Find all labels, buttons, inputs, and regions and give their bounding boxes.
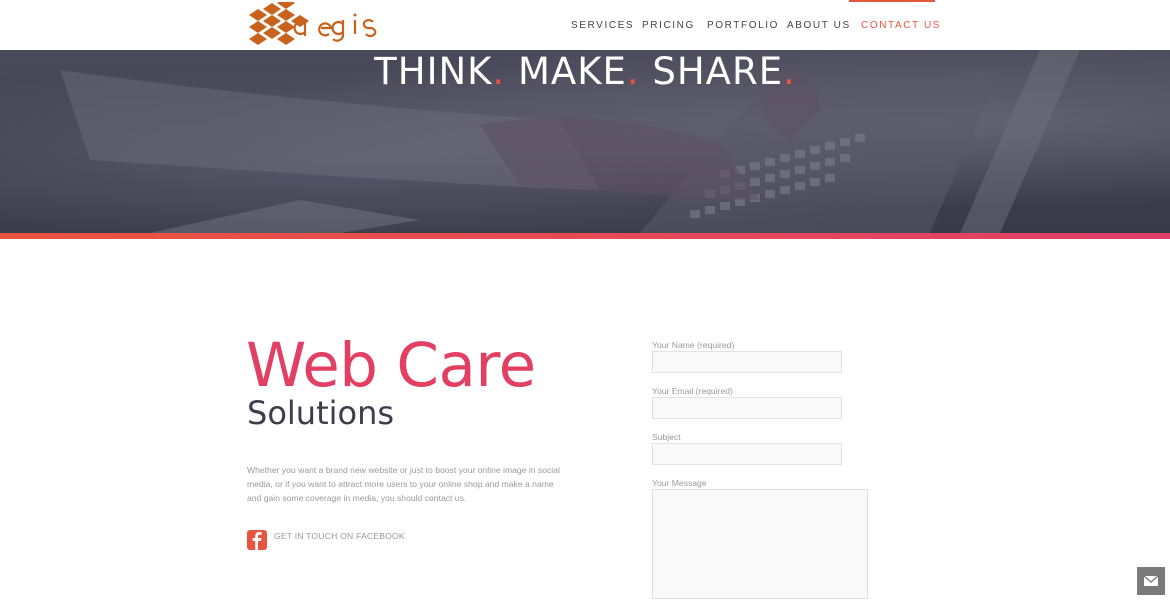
subject-input[interactable]	[652, 443, 842, 465]
facebook-icon	[247, 530, 267, 550]
email-input[interactable]	[652, 397, 842, 419]
hero-accent-bar	[0, 233, 1170, 239]
hero-word-think: THINK	[374, 50, 493, 93]
intro-text: Whether you want a brand new website or …	[247, 465, 560, 503]
nav-contact-us[interactable]: CONTACT US	[861, 20, 941, 31]
name-label: Your Name (required)	[652, 340, 735, 350]
floating-contact-button[interactable]	[1137, 567, 1165, 595]
hero-title: THINK. MAKE. SHARE.	[0, 50, 1170, 93]
email-label: Your Email (required)	[652, 386, 733, 396]
page-headline: Web Care	[246, 330, 536, 401]
logo-dot	[353, 13, 357, 17]
nav-portfolio[interactable]: PORTFOLIO	[707, 20, 779, 31]
logo[interactable]	[247, 2, 407, 48]
message-label: Your Message	[652, 478, 707, 488]
hero-word-share: SHARE	[652, 50, 784, 93]
site-header: SERVICES PRICING PORTFOLIO ABOUT US CONT…	[0, 0, 1170, 50]
nav-services[interactable]: SERVICES	[571, 20, 634, 31]
subject-label: Subject	[652, 432, 681, 442]
nav-active-indicator	[849, 0, 935, 2]
name-input[interactable]	[652, 351, 842, 373]
facebook-link[interactable]: GET IN TOUCH ON FACEBOOK	[247, 530, 405, 550]
hero-dot: .	[492, 50, 506, 93]
facebook-glyph	[252, 532, 262, 550]
nav-pricing[interactable]: PRICING	[642, 20, 695, 31]
hero-dot: .	[783, 50, 796, 93]
hero-word-make: MAKE	[517, 50, 627, 93]
hero-dot: .	[626, 50, 640, 93]
message-textarea[interactable]	[652, 489, 868, 599]
hero-banner: THINK. MAKE. SHARE.	[0, 50, 1170, 233]
envelope-icon	[1143, 575, 1159, 586]
logo-icon	[249, 2, 377, 45]
facebook-link-label: GET IN TOUCH ON FACEBOOK	[274, 531, 405, 541]
page-subheadline: Solutions	[247, 394, 395, 432]
nav-about-us[interactable]: ABOUT US	[787, 20, 851, 31]
